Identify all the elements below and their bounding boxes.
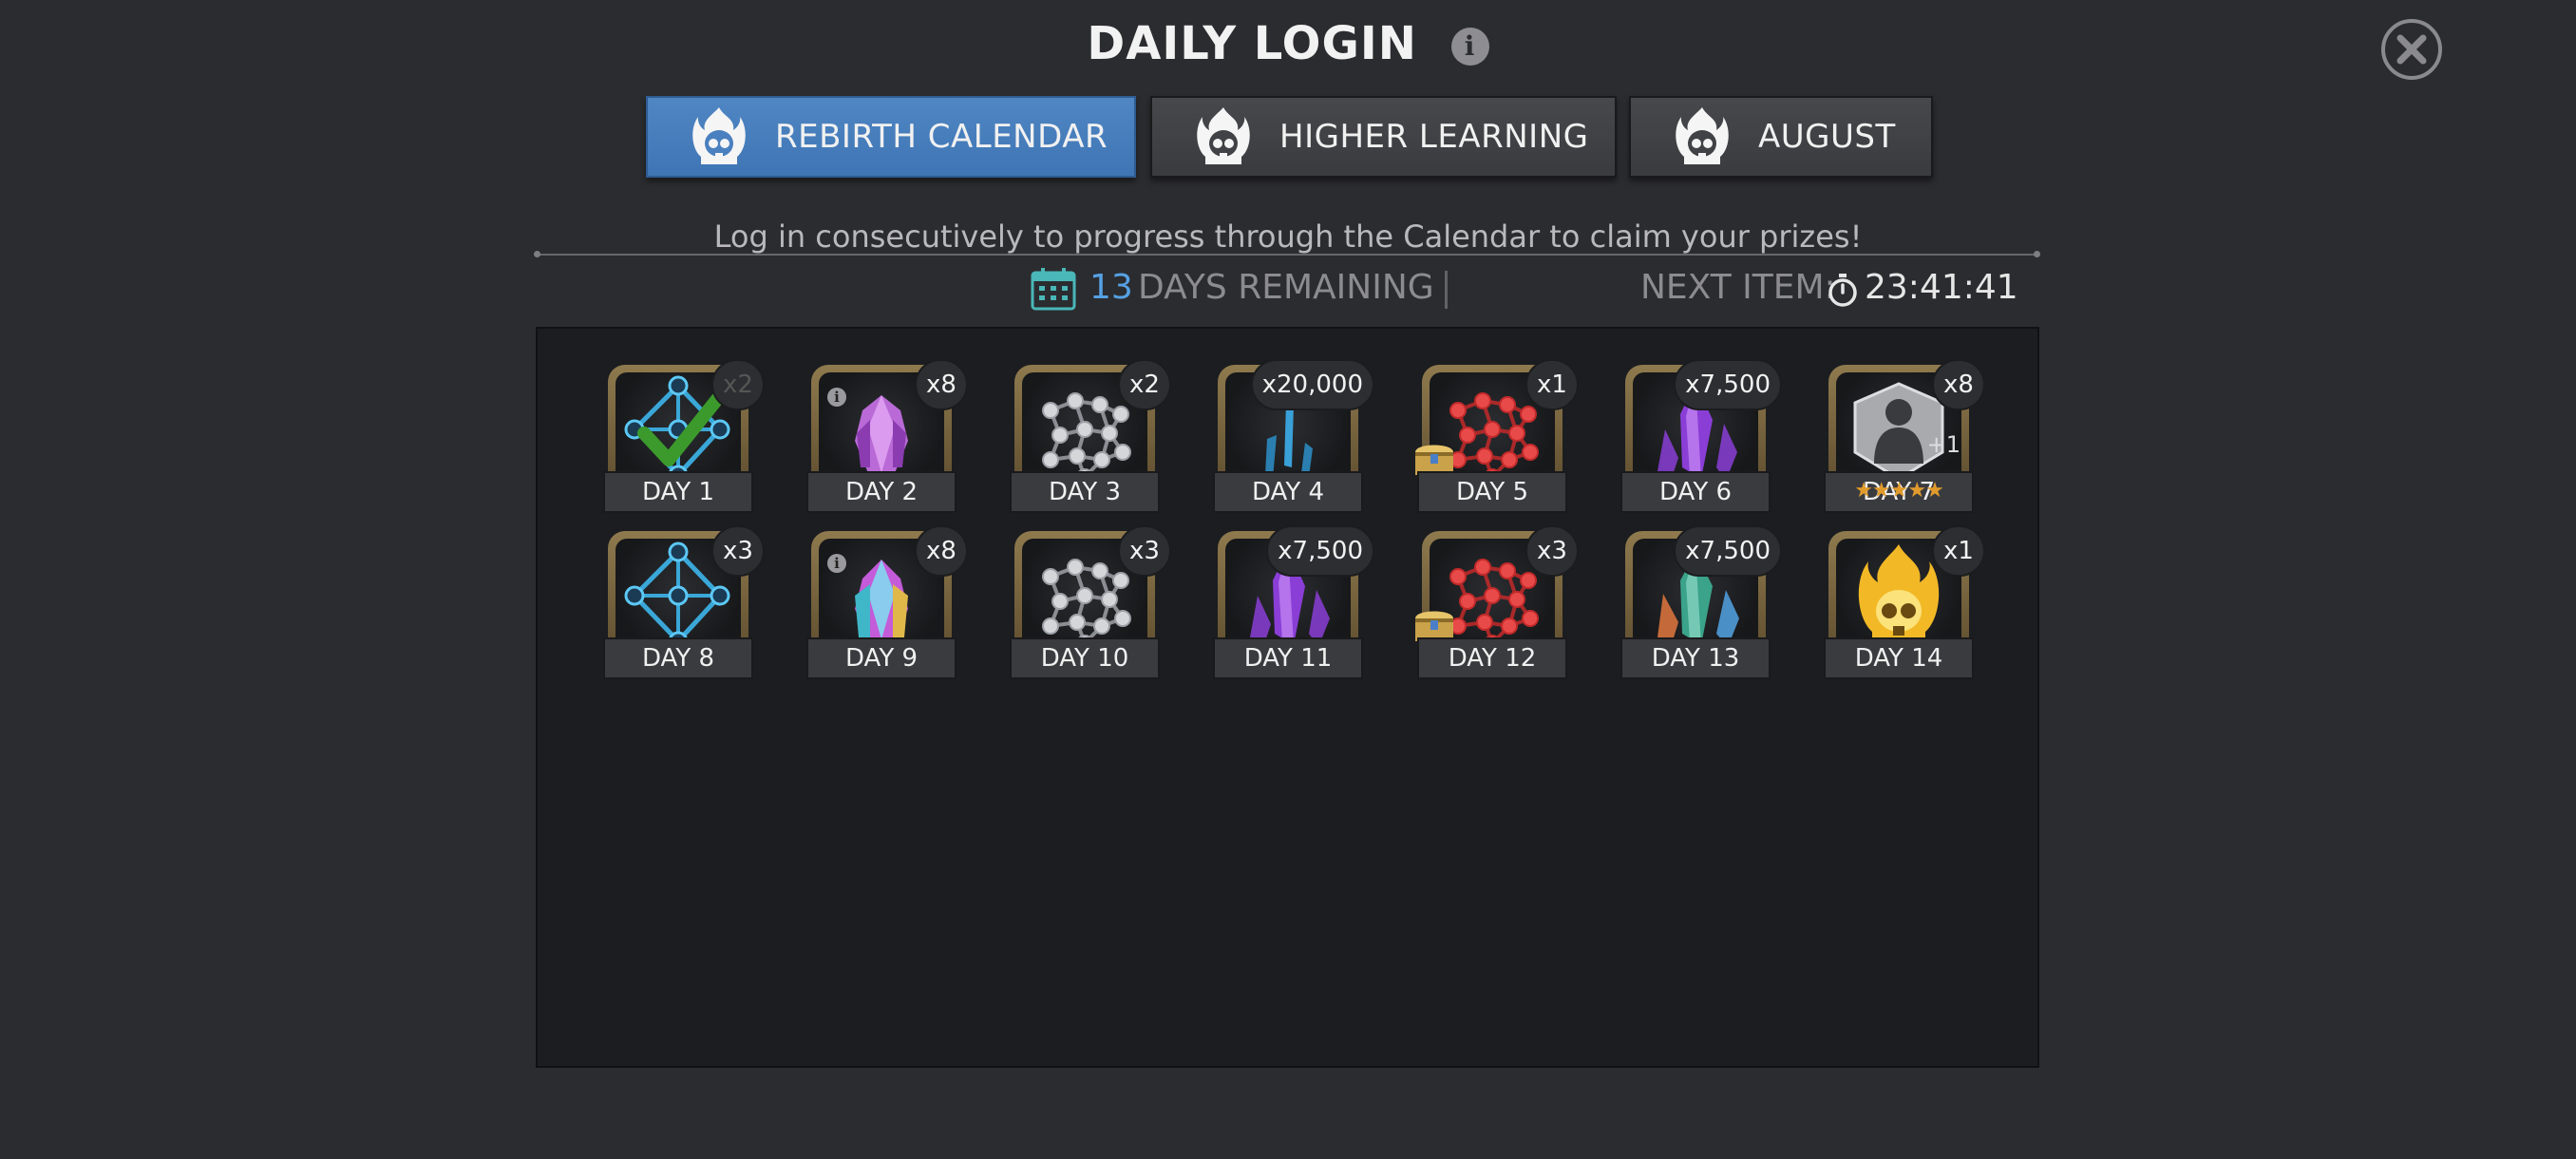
bonus-label: +1	[1926, 431, 1960, 458]
day-label: DAY 5	[1417, 471, 1567, 513]
stopwatch-icon	[1828, 274, 1857, 307]
tab-label: HIGHER LEARNING	[1279, 118, 1589, 156]
day-label: DAY 3	[1010, 471, 1160, 513]
close-icon	[2396, 34, 2427, 65]
tab-august[interactable]: AUGUST	[1629, 96, 1933, 178]
page-title: DAILY LOGIN i	[0, 17, 2576, 70]
day-label: DAY 9	[806, 637, 957, 679]
day-label: DAY 8	[603, 637, 753, 679]
calendar-day-3[interactable]: x2 DAY 3	[1010, 359, 1171, 522]
calendar-day-11[interactable]: x7,500 DAY 11	[1213, 525, 1374, 688]
reward-quantity: x1	[1932, 525, 1985, 577]
close-button[interactable]	[2381, 19, 2442, 80]
reward-quantity: x7,500	[1674, 525, 1782, 577]
calendar-day-13[interactable]: x7,500 DAY 13	[1620, 525, 1782, 688]
reward-quantity: x8	[1932, 359, 1985, 410]
reward-quantity: x1	[1525, 359, 1579, 410]
next-item-label: NEXT ITEM:	[1640, 268, 1836, 307]
tab-label: REBIRTH CALENDAR	[775, 118, 1108, 156]
reward-quantity: x2	[1118, 359, 1171, 410]
reward-quantity: x8	[915, 359, 968, 410]
calendar-day-12[interactable]: x3 DAY 12	[1415, 525, 1579, 688]
calendar-icon	[1031, 268, 1076, 311]
info-icon[interactable]: i	[1450, 28, 1489, 66]
flame-skull-icon	[1197, 107, 1250, 164]
day-label: DAY 2	[806, 471, 957, 513]
calendar-day-8[interactable]: x3 DAY 8	[603, 525, 765, 688]
reward-quantity: x3	[711, 525, 765, 577]
day-label: DAY 6	[1620, 471, 1771, 513]
info-icon[interactable]: i	[827, 388, 846, 407]
calendar-description: Log in consecutively to progress through…	[713, 218, 1863, 255]
star-rating: ★★★★★	[1854, 479, 1944, 503]
tab-label: AUGUST	[1758, 118, 1896, 156]
reward-quantity: x7,500	[1266, 525, 1374, 577]
calendar-status: 13 DAYS REMAINING NEXT ITEM: 23:41:41	[0, 266, 2576, 314]
calendar-day-4[interactable]: x20,000 DAY 4	[1213, 359, 1374, 522]
calendar-grid: x2 DAY 1 x8 i DAY 2 x2 DAY 3 x20,000 DAY 4 x1…	[536, 327, 2039, 1068]
day-label: DAY 1	[603, 471, 753, 513]
calendar-day-6[interactable]: x7,500 DAY 6	[1620, 359, 1782, 522]
daily-login-screen: DAILY LOGIN i REBIRTH CALENDAR HIGHER LE…	[0, 0, 2576, 1159]
calendar-day-1[interactable]: x2 DAY 1	[603, 359, 765, 522]
tab-rebirth-calendar[interactable]: REBIRTH CALENDAR	[646, 96, 1136, 178]
tab-higher-learning[interactable]: HIGHER LEARNING	[1150, 96, 1617, 178]
day-label: DAY 14	[1824, 637, 1974, 679]
reward-quantity: x3	[1118, 525, 1171, 577]
reward-quantity: x20,000	[1250, 359, 1374, 410]
reward-quantity: x7,500	[1674, 359, 1782, 410]
day-label: DAY 10	[1010, 637, 1160, 679]
divider	[534, 251, 2040, 257]
calendar-day-14[interactable]: x1 DAY 14	[1824, 525, 1985, 688]
calendar-day-10[interactable]: x3 DAY 10	[1010, 525, 1171, 688]
day-label: DAY 4	[1213, 471, 1363, 513]
days-remaining-label: DAYS REMAINING	[1138, 268, 1434, 307]
calendar-day-7[interactable]: x8 +1 DAY 7 ★★★★★	[1824, 359, 1985, 522]
info-icon[interactable]: i	[827, 554, 846, 573]
days-remaining-count: 13	[1089, 268, 1133, 307]
flame-skull-icon	[1676, 107, 1729, 164]
calendar-day-5[interactable]: x1 DAY 5	[1415, 359, 1579, 522]
reward-quantity: x8	[915, 525, 968, 577]
title-text: DAILY LOGIN	[1087, 17, 1417, 70]
day-label: DAY 11	[1213, 637, 1363, 679]
flame-skull-icon	[692, 107, 746, 164]
day-label: DAY 12	[1417, 637, 1567, 679]
calendar-day-9[interactable]: x8 i DAY 9	[806, 525, 968, 688]
reward-quantity: x3	[1525, 525, 1579, 577]
status-separator	[1445, 271, 1448, 309]
calendar-day-2[interactable]: x8 i DAY 2	[806, 359, 968, 522]
day-label: DAY 13	[1620, 637, 1771, 679]
next-item-timer: 23:41:41	[1865, 268, 2018, 307]
reward-quantity: x2	[711, 359, 765, 410]
